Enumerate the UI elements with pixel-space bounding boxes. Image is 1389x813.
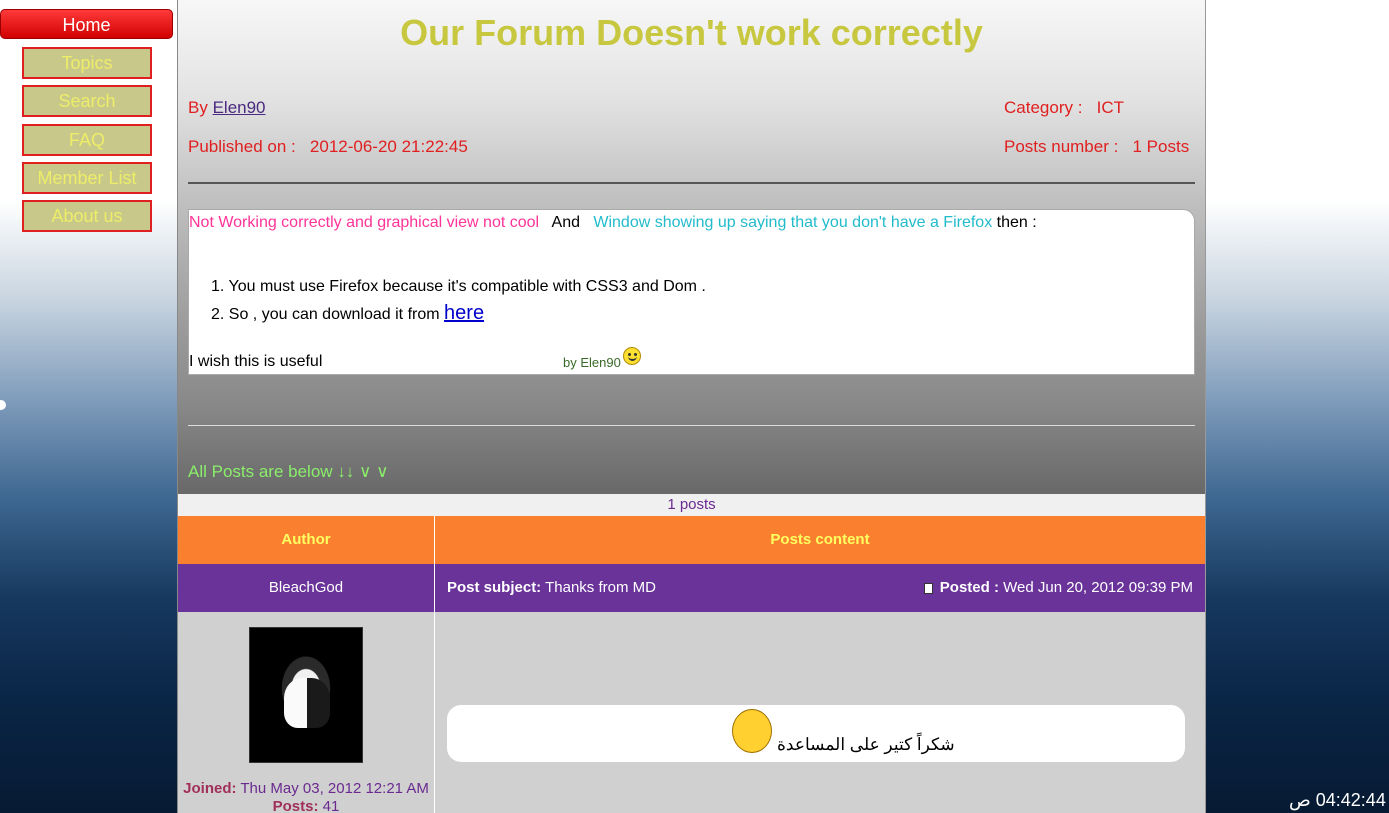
useful-text: I wish this is useful (189, 353, 323, 370)
subject-value: Thanks from MD (545, 579, 656, 596)
list-item: 2. So , you can download it from here (211, 302, 706, 325)
published-value: 2012-06-20 21:22:45 (309, 137, 468, 156)
list-item-text: 2. So , you can download it from (211, 306, 440, 323)
table-header-content: Posts content (435, 516, 1205, 564)
subject-label: Post subject: (447, 579, 542, 596)
nav-member-list-button[interactable]: Member List (22, 162, 152, 194)
nav-topics-button[interactable]: Topics (22, 47, 152, 79)
published-line: Published on : 2012-06-20 21:22:45 (188, 137, 468, 157)
author-joined-info: Joined: Thu May 03, 2012 12:21 AM Posts:… (178, 780, 434, 813)
published-label: Published on : (188, 137, 296, 156)
posts-value: 41 (322, 798, 340, 813)
content-pink-text: Not Working correctly and graphical view… (189, 214, 540, 231)
author-info-cell: Joined: Thu May 03, 2012 12:21 AM Posts:… (178, 612, 435, 813)
topic-panel: Our Forum Doesn't work correctly By Elen… (177, 0, 1206, 813)
posted-value: Wed Jun 20, 2012 09:39 PM (1003, 579, 1193, 596)
category-line: Category : ICT (1004, 98, 1124, 118)
all-posts-label: All Posts are below ↓↓ ∨ ∨ (188, 462, 389, 481)
nav-about-us-button[interactable]: About us (22, 200, 152, 232)
posts-count: 1 posts (178, 494, 1205, 516)
nav-search-button[interactable]: Search (22, 85, 152, 117)
download-here-link[interactable]: here (444, 302, 484, 324)
posts-number-label: Posts number : (1004, 137, 1119, 156)
content-first-line: Not Working correctly and graphical view… (189, 214, 1037, 232)
topic-title: Our Forum Doesn't work correctly (400, 12, 983, 53)
author-link[interactable]: Elen90 (213, 98, 266, 117)
post-subject: Post subject: Thanks from MD (447, 564, 656, 612)
category-value: ICT (1096, 98, 1124, 117)
post-message-box: شكراً كتير على المساعدة (447, 705, 1185, 762)
post-message-text: شكراً كتير على المساعدة (777, 735, 955, 754)
post-author-name[interactable]: BleachGod (178, 564, 435, 612)
signature-byline: by Elen90 (563, 355, 621, 370)
list-item: 1. You must use Firefox because it's com… (211, 278, 706, 295)
post-content-cell: شكراً كتير على المساعدة (435, 612, 1205, 813)
posts-number-value: 1 Posts (1132, 137, 1190, 156)
avatar (249, 627, 363, 763)
divider (188, 425, 1195, 426)
posts-label: Posts: (272, 798, 319, 813)
crying-emoji-icon (732, 709, 772, 753)
post-indicator-icon[interactable] (923, 582, 933, 594)
topic-content-box: Not Working correctly and graphical view… (188, 209, 1195, 375)
posts-number-line: Posts number : 1 Posts (1004, 137, 1189, 157)
content-list: 1. You must use Firefox because it's com… (211, 278, 706, 331)
nav-faq-button[interactable]: FAQ (22, 124, 152, 156)
joined-label: Joined: (183, 780, 237, 797)
table-header-author: Author (178, 516, 435, 564)
topic-author-line: By Elen90 (188, 98, 266, 118)
smiley-icon (623, 347, 641, 365)
post-date: Posted : Wed Jun 20, 2012 09:39 PM (923, 564, 1193, 612)
nav-home-button[interactable]: Home (0, 9, 173, 39)
sidebar-nav: Home Topics Search FAQ Member List About… (0, 0, 176, 240)
clock-display: 04:42:44 ص (1289, 790, 1386, 810)
content-then-text: then : (996, 214, 1037, 231)
scroll-indicator-dot (0, 400, 6, 410)
joined-value: Thu May 03, 2012 12:21 AM (240, 780, 429, 797)
content-cyan-text: Window showing up saying that you don't … (593, 214, 993, 231)
posted-label: Posted : (939, 579, 999, 596)
category-label: Category : (1004, 98, 1083, 117)
content-and-text: And (551, 214, 581, 231)
by-label: By (188, 98, 208, 117)
post-header-row: Post subject: Thanks from MD Posted : We… (435, 564, 1205, 612)
divider (188, 182, 1195, 184)
